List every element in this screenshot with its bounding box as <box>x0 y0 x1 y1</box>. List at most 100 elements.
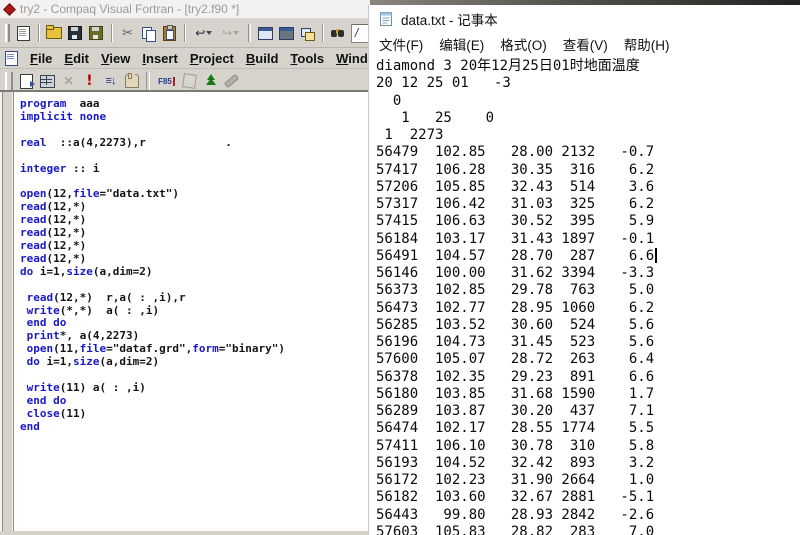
editor-left-frame <box>0 92 14 531</box>
go-list-icon: ≡↓ <box>106 75 116 87</box>
save-icon <box>68 26 82 40</box>
data-line: 56373 102.85 29.78 763 5.0 <box>376 282 800 299</box>
notepad-window: data.txt - 记事本 文件(F)编辑(E)格式(O)查看(V)帮助(H)… <box>368 5 800 535</box>
redo-button[interactable]: ↪ <box>217 23 244 43</box>
stop-build-button[interactable]: ✕ <box>58 71 79 91</box>
menu-item-file[interactable]: File <box>24 51 58 66</box>
cascade-windows-icon <box>301 28 314 39</box>
cvf-window: try2 - Compaq Visual Fortran - [try2.f90… <box>0 0 373 531</box>
data-line: 1 25 0 <box>376 110 800 127</box>
notepad-menubar: 文件(F)编辑(E)格式(O)查看(V)帮助(H) <box>369 33 800 55</box>
cut-scissors-icon: ✂ <box>122 27 133 40</box>
notepad-menu-item[interactable]: 格式(O) <box>492 34 555 54</box>
build-icon <box>40 75 55 88</box>
save-all-icon <box>89 26 103 40</box>
redo-dropdown-icon <box>233 31 239 35</box>
paste-icon <box>163 26 176 41</box>
page-tool-button[interactable] <box>179 71 200 91</box>
cut-button[interactable]: ✂ <box>117 23 138 43</box>
toolbar-separator <box>38 24 40 42</box>
menu-item-tools[interactable]: Tools <box>284 51 330 66</box>
data-line: 56289 103.87 30.20 437 7.1 <box>376 403 800 420</box>
data-line: diamond 3 20年12月25日01时地面温度 <box>376 58 800 75</box>
undo-dropdown-icon <box>206 31 212 35</box>
data-line: 0 <box>376 93 800 110</box>
menu-item-view[interactable]: View <box>95 51 136 66</box>
build-button[interactable] <box>37 71 58 91</box>
cvf-standard-toolbar: ✂ ↩ ↪ / <box>0 19 372 48</box>
green-tree-icon <box>205 74 217 88</box>
notepad-menu-item[interactable]: 文件(F) <box>371 34 431 54</box>
menu-item-edit[interactable]: Edit <box>58 51 95 66</box>
save-all-button[interactable] <box>86 23 107 43</box>
notepad-menu-item[interactable]: 编辑(E) <box>431 34 492 54</box>
undo-button[interactable]: ↩ <box>190 23 217 43</box>
copy-button[interactable] <box>138 23 159 43</box>
breakpoint-button[interactable] <box>121 71 142 91</box>
cvf-code-editor[interactable]: program aaaimplicit none real ::a(4,2273… <box>0 90 372 531</box>
notepad-file-icon <box>378 11 394 27</box>
output-pane-button[interactable] <box>276 23 297 43</box>
f85-label: F85 <box>158 77 175 86</box>
screen: { "colors": { "keyword_blue": "#1818c8",… <box>0 0 800 531</box>
toolbar-grip[interactable] <box>5 24 10 42</box>
document-child-icon[interactable] <box>5 51 18 66</box>
notepad-window-title: data.txt - 记事本 <box>401 9 498 29</box>
data-line: 56184 103.17 31.43 1897 -0.1 <box>376 231 800 248</box>
notepad-menu-item[interactable]: 查看(V) <box>555 34 616 54</box>
new-file-icon <box>17 26 30 41</box>
toolbar-separator <box>248 24 250 42</box>
toolbar-separator <box>184 24 186 42</box>
search-button[interactable] <box>328 23 349 43</box>
code-line: end <box>20 421 372 434</box>
menu-item-window[interactable]: Window <box>330 51 372 66</box>
window-list-button[interactable] <box>297 23 318 43</box>
workspace-window-icon <box>258 27 273 40</box>
execute-program-button[interactable]: ! <box>79 71 100 91</box>
wrench-icon <box>224 74 239 88</box>
menu-item-build[interactable]: Build <box>240 51 285 66</box>
menu-item-project[interactable]: Project <box>184 51 240 66</box>
data-line: 56180 103.85 31.68 1590 1.7 <box>376 386 800 403</box>
code-line: do i=1,size(a,dim=2) <box>20 266 372 279</box>
save-button[interactable] <box>65 23 86 43</box>
fortran-source-code[interactable]: program aaaimplicit none real ::a(4,2273… <box>20 98 372 531</box>
dependencies-button[interactable] <box>200 71 221 91</box>
tools-button[interactable] <box>221 71 242 91</box>
output-window-icon <box>279 27 294 40</box>
data-line: 56443 99.80 28.93 2842 -2.6 <box>376 507 800 524</box>
fortran-tool-button[interactable]: F85 <box>154 71 179 91</box>
notepad-titlebar: data.txt - 记事本 <box>369 5 800 33</box>
cvf-app-icon <box>4 4 15 15</box>
data-line: 57603 105.83 28.82 283 7.0 <box>376 524 800 535</box>
new-file-button[interactable] <box>13 23 34 43</box>
execute-icon: ! <box>86 73 92 89</box>
redo-icon: ↪ <box>222 27 232 39</box>
data-line: 56196 104.73 31.45 523 5.6 <box>376 334 800 351</box>
toolbar-separator <box>322 24 324 42</box>
code-line: integer :: i <box>20 163 372 176</box>
data-line: 57317 106.42 31.03 325 6.2 <box>376 196 800 213</box>
data-line: 57415 106.63 30.52 395 5.9 <box>376 213 800 230</box>
data-line: 57411 106.10 30.78 310 5.8 <box>376 438 800 455</box>
search-binoculars-icon <box>331 28 345 38</box>
data-line: 20 12 25 01 -3 <box>376 75 800 92</box>
toolbar-grip[interactable] <box>5 72 13 90</box>
data-line: 56479 102.85 28.00 2132 -0.7 <box>376 144 800 161</box>
code-line: real ::a(4,2273),r . <box>20 137 372 150</box>
workspace-pane-button[interactable] <box>255 23 276 43</box>
menu-item-insert[interactable]: Insert <box>136 51 183 66</box>
data-line: 56473 102.77 28.95 1060 6.2 <box>376 300 800 317</box>
toolbar-separator <box>146 72 150 90</box>
notepad-text-area[interactable]: diamond 3 20年12月25日01时地面温度20 12 25 01 -3… <box>369 55 800 535</box>
cvf-titlebar: try2 - Compaq Visual Fortran - [try2.f90… <box>0 0 372 19</box>
go-button[interactable]: ≡↓ <box>100 71 121 91</box>
paste-button[interactable] <box>159 23 180 43</box>
open-file-button[interactable] <box>44 23 65 43</box>
compile-button[interactable] <box>16 71 37 91</box>
data-line: 1 2273 <box>376 127 800 144</box>
data-line: 56285 103.52 30.60 524 5.6 <box>376 317 800 334</box>
notepad-menu-item[interactable]: 帮助(H) <box>616 34 678 54</box>
data-line: 56146 100.00 31.62 3394 -3.3 <box>376 265 800 282</box>
cvf-menu-items: FileEditViewInsertProjectBuildToolsWindo… <box>24 51 372 66</box>
